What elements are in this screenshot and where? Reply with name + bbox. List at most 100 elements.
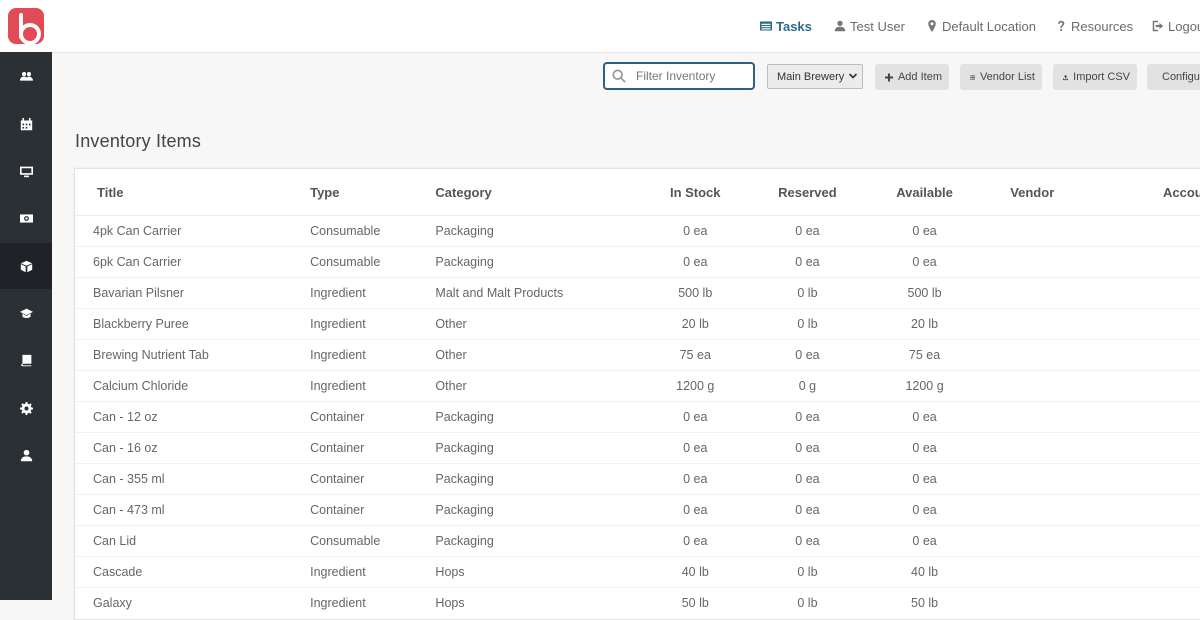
nav-user[interactable]: Test User: [834, 17, 905, 35]
cell-category: Hops: [435, 587, 623, 618]
column-header-type[interactable]: Type: [310, 169, 436, 216]
cell-vendor: [1002, 308, 1099, 340]
logo-container[interactable]: [0, 0, 52, 52]
tasks-icon: [760, 21, 772, 31]
cell-available: 0 ea: [846, 525, 1003, 557]
cell-title[interactable]: 6pk Can Carrier: [75, 246, 311, 278]
cell-type: Container: [310, 463, 436, 495]
sidebar-item-book[interactable]: [0, 337, 52, 383]
column-header-in-stock[interactable]: In Stock: [622, 169, 768, 216]
cell-in-stock: 1200 g: [622, 370, 768, 402]
location-select[interactable]: Main Brewery: [767, 64, 863, 89]
cell-reserved: 0 ea: [795, 224, 820, 238]
cell-title[interactable]: 4pk Can Carrier: [75, 216, 310, 247]
filter-inventory-input[interactable]: [634, 68, 750, 84]
vendor-list-button[interactable]: Vendor List: [960, 64, 1042, 90]
table-row[interactable]: Can - 473 ml Container Packaging 0 ea 0 ea 0 …: [75, 494, 1200, 526]
cell-vendor: [1002, 587, 1099, 618]
cell-reserved: 0 lb: [767, 308, 847, 340]
cell-in-stock: 0 ea: [622, 246, 768, 278]
cell-title[interactable]: Galaxy: [75, 587, 311, 618]
table-row[interactable]: Can - 12 oz Container Packaging 0 ea 0 ea 0 e…: [75, 401, 1200, 433]
cell-vendor: [1002, 246, 1099, 278]
table-row[interactable]: Brewing Nutrient Tab Ingredient Other 75 ea…: [75, 339, 1200, 371]
nav-location[interactable]: Default Location: [926, 17, 1036, 35]
inventory-icon: [20, 260, 32, 272]
cell-title[interactable]: Can Lid: [75, 525, 311, 557]
sidebar-item-calendar[interactable]: [0, 101, 52, 147]
cell-title[interactable]: Calcium Chloride: [75, 370, 311, 402]
inventory-table-card: Title Type Category In Stock Reserved Av…: [74, 168, 1200, 620]
search-icon: [612, 69, 626, 83]
user-icon: [20, 449, 32, 461]
cell-available: 40 lb: [846, 556, 1003, 588]
sidebar-item-monitor[interactable]: [0, 148, 52, 194]
cell-type: Ingredient: [310, 277, 436, 309]
table-row[interactable]: Calcium Chloride Ingredient Other 1200 g0 g…: [75, 370, 1200, 402]
import-csv-button[interactable]: Import CSV: [1053, 64, 1137, 90]
sidebar-item-inventory[interactable]: [0, 243, 52, 289]
table-row[interactable]: Blackberry Puree Ingredient Other 20 lb 0 lb…: [75, 308, 1200, 340]
cell-type: Ingredient: [310, 370, 436, 402]
cell-title[interactable]: Blackberry Puree: [75, 308, 311, 340]
cell-in-stock: 40 lb: [622, 556, 768, 588]
filter-inventory-field[interactable]: [603, 62, 755, 90]
cell-account: --: [1098, 556, 1200, 588]
cell-category: Other: [435, 370, 623, 402]
table-row[interactable]: 4pk Can Carrier Consumable Packaging 0 ea 0 …: [75, 216, 1200, 247]
cell-in-stock: 50 lb: [622, 587, 768, 618]
cell-category: Packaging: [435, 463, 623, 495]
table-row[interactable]: Can LidConsumablePackaging0 ea0 ea0 ea--: [75, 525, 1200, 557]
cell-in-stock: 20 lb: [622, 308, 768, 340]
cell-in-stock: 75 ea: [622, 339, 768, 371]
column-header-available[interactable]: Available: [846, 169, 1003, 216]
cell-title[interactable]: Can - 473 ml: [75, 494, 311, 526]
nav-tasks[interactable]: Tasks: [760, 17, 812, 35]
configure-button[interactable]: Configure: [1147, 64, 1200, 90]
cell-available: 0 ea: [846, 463, 1003, 495]
sidebar-item-settings[interactable]: [0, 385, 52, 431]
cell-account: --: [1098, 401, 1200, 433]
column-header-category[interactable]: Category: [435, 169, 623, 216]
upload-icon: [1063, 74, 1069, 80]
sidebar-item-profile[interactable]: [0, 432, 52, 478]
cell-vendor: [1002, 463, 1099, 495]
sidebar-item-money[interactable]: [0, 195, 52, 241]
column-header-vendor[interactable]: Vendor: [1002, 169, 1099, 216]
cell-available: 1200 g: [846, 370, 1003, 402]
table-row[interactable]: CascadeIngredientHops40 lb0 lb40 lb--: [75, 556, 1200, 588]
cell-title[interactable]: Bavarian Pilsner: [75, 277, 311, 309]
nav-logout[interactable]: Logout: [1152, 17, 1200, 35]
cell-in-stock: 0 ea: [622, 494, 768, 526]
list-icon: [970, 74, 975, 80]
cell-title[interactable]: Brewing Nutrient Tab: [75, 339, 311, 371]
table-row[interactable]: Bavarian Pilsner Ingredient Malt and Malt …: [75, 277, 1200, 309]
cell-in-stock: 0 ea: [622, 401, 768, 433]
cell-reserved: 0 ea: [767, 525, 847, 557]
cell-type: Container: [310, 432, 436, 464]
cell-title[interactable]: Cascade: [75, 556, 311, 588]
brand-logo: [8, 8, 44, 45]
sidebar-item-users[interactable]: [0, 53, 52, 99]
table-row[interactable]: Can - 355 ml Container Packaging 0 ea 0 ea 0 …: [75, 463, 1200, 495]
user-icon: [834, 20, 846, 32]
sidebar-item-education[interactable]: [0, 290, 52, 336]
cell-vendor: [1002, 401, 1099, 433]
cell-title[interactable]: Can - 16 oz: [75, 432, 311, 464]
nav-resources[interactable]: Resources: [1055, 17, 1133, 35]
cell-title[interactable]: Can - 12 oz: [75, 401, 311, 433]
nav-user-label: Test User: [850, 18, 905, 34]
cell-title[interactable]: Can - 355 ml: [75, 463, 311, 495]
cell-available: 0 ea: [912, 224, 937, 238]
table-row[interactable]: 6pk Can Carrier Consumable Packaging 0 ea 0 …: [75, 246, 1200, 278]
add-item-button[interactable]: Add Item: [875, 64, 949, 90]
column-header-account[interactable]: Account: [1098, 169, 1200, 216]
column-header-title[interactable]: Title: [75, 169, 311, 216]
cell-category: Other: [435, 308, 623, 340]
table-row[interactable]: Can - 16 oz Container Packaging 0 ea 0 ea 0 e…: [75, 432, 1200, 464]
column-header-reserved[interactable]: Reserved: [767, 169, 847, 216]
cell-type: Ingredient: [310, 339, 436, 371]
cell-category: Packaging: [435, 401, 623, 433]
table-body: 4pk Can Carrier Consumable Packaging 0 ea 0 …: [75, 216, 1200, 618]
table-row[interactable]: GalaxyIngredientHops50 lb0 lb50 lb--: [75, 587, 1200, 618]
